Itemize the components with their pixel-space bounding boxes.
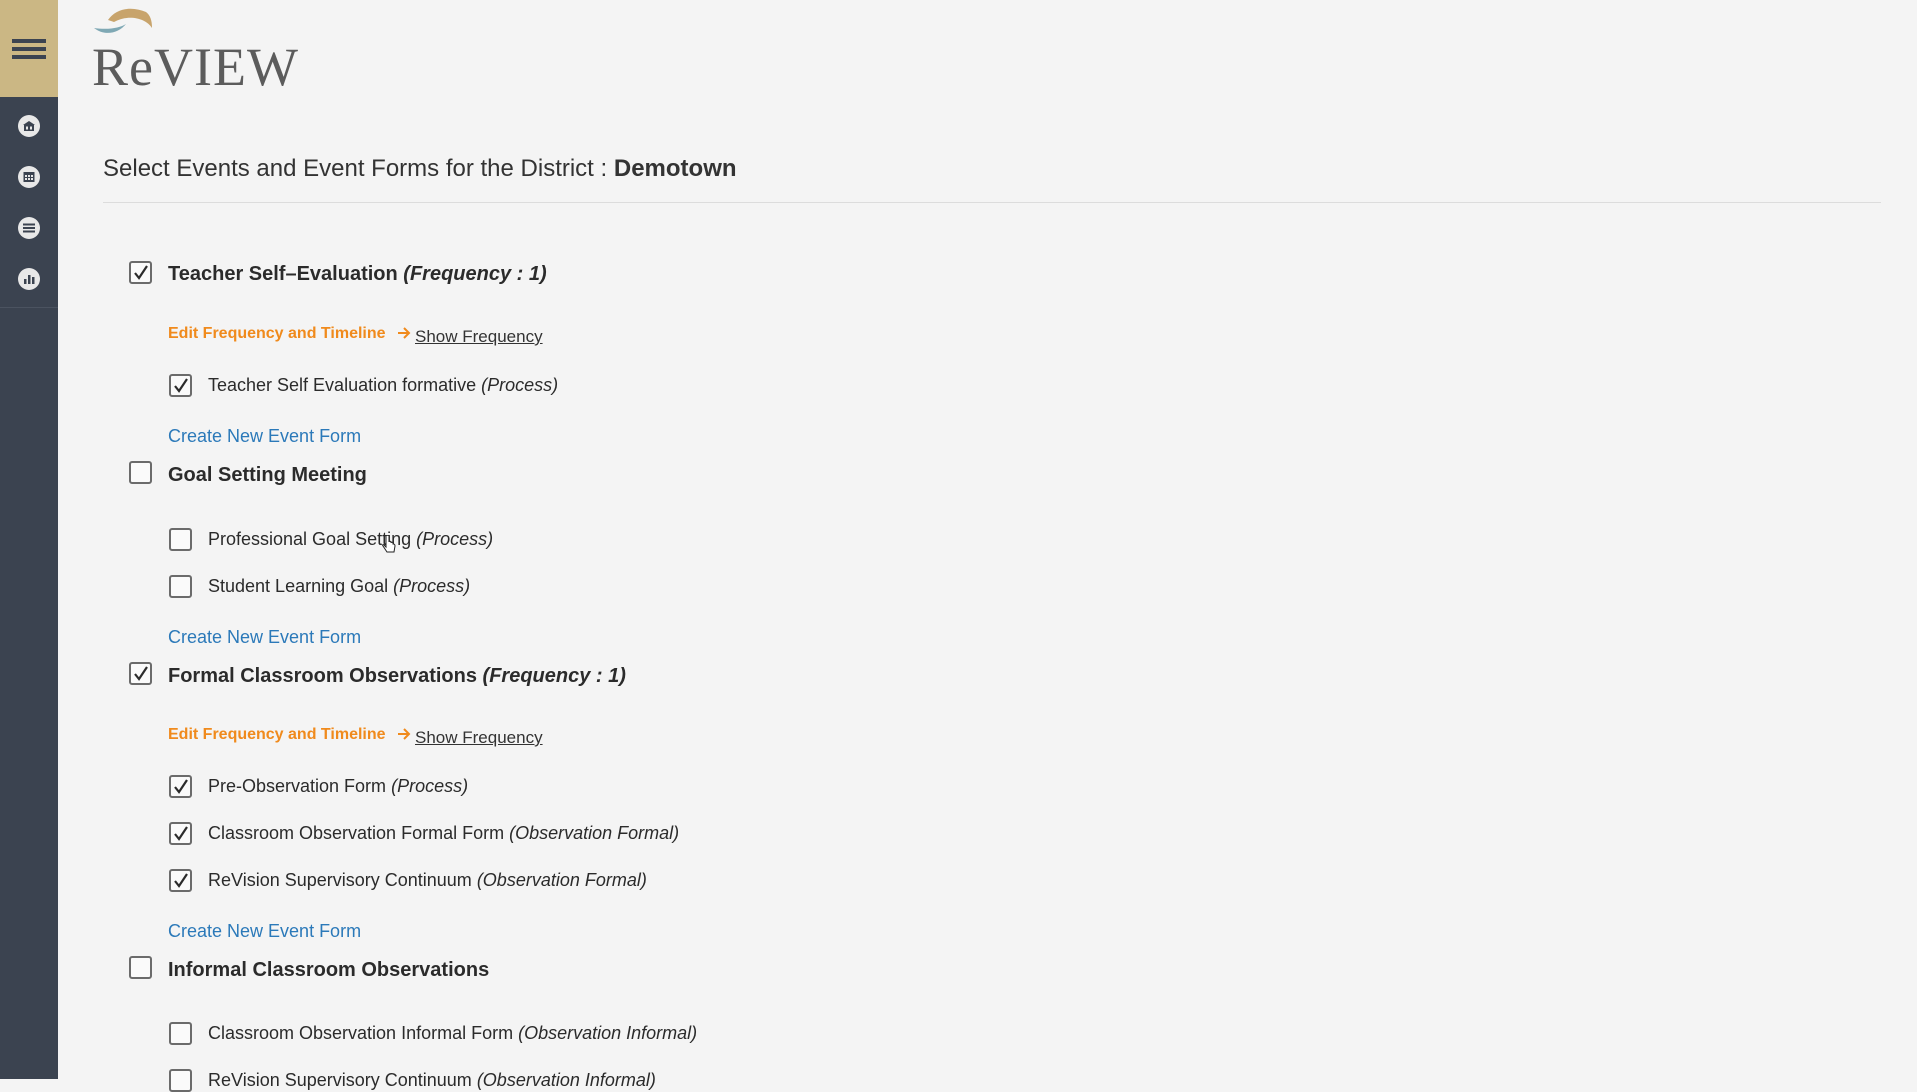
form-checkbox-teacher-self-evaluation-formative[interactable] [169,374,192,397]
pointer-cursor-icon [382,535,396,553]
event-title-formal-classroom-observations: Formal Classroom Observations (Frequency… [168,665,626,688]
form-label: ReVision Supervisory Continuum (Observat… [208,1070,656,1091]
form-type: (Observation Formal) [509,823,680,843]
event-checkbox-teacher-self-evaluation[interactable] [129,261,152,284]
event-frequency: (Frequency : 1) [403,263,547,285]
form-label: Classroom Observation Formal Form (Obser… [208,823,679,844]
checkmark-icon [133,665,148,681]
form-type: (Process) [391,776,469,796]
create-event-form-link[interactable]: Create New Event Form [168,627,361,648]
create-event-form-link[interactable]: Create New Event Form [168,921,361,942]
event-name: Informal Classroom Observations [168,959,490,981]
form-name: Teacher Self Evaluation formative [208,375,477,395]
show-frequency-link[interactable]: Show Frequency [415,728,543,748]
form-label: Professional Goal Setting (Process) [208,529,493,550]
form-name: ReVision Supervisory Continuum [208,1070,472,1090]
form-type: (Observation Informal) [476,1070,656,1090]
form-type: (Observation Formal) [476,870,647,890]
edit-frequency-link[interactable]: Edit Frequency and Timeline [168,726,386,744]
show-frequency-link[interactable]: Show Frequency [415,327,543,347]
checkmark-icon [133,264,148,280]
checkmark-icon [173,778,188,794]
form-type: (Observation Informal) [518,1023,698,1043]
form-name: Pre-Observation Form [208,776,387,796]
event-checkbox-goal-setting-meeting[interactable] [129,461,152,484]
event-title-teacher-self-evaluation: Teacher Self–Evaluation (Frequency : 1) [168,263,547,286]
form-checkbox-revision-supervisory-continuum-informal[interactable] [169,1069,192,1092]
edit-frequency-link[interactable]: Edit Frequency and Timeline [168,325,386,343]
form-name: ReVision Supervisory Continuum [208,870,472,890]
form-checkbox-revision-supervisory-continuum-formal[interactable] [169,869,192,892]
form-name: Classroom Observation Formal Form [208,823,505,843]
form-checkbox-pre-observation-form[interactable] [169,775,192,798]
form-label: Classroom Observation Informal Form (Obs… [208,1023,697,1044]
arrow-right-icon [398,728,411,740]
event-name: Teacher Self–Evaluation [168,263,398,285]
form-checkbox-classroom-observation-informal-form[interactable] [169,1022,192,1045]
event-title-informal-classroom-observations: Informal Classroom Observations [168,959,489,982]
form-checkbox-classroom-observation-formal-form[interactable] [169,822,192,845]
checkmark-icon [173,872,188,888]
form-type: (Process) [416,529,494,549]
checkmark-icon [173,825,188,841]
event-checkbox-formal-classroom-observations[interactable] [129,662,152,685]
event-name: Goal Setting Meeting [168,464,367,486]
checkmark-icon [173,377,188,393]
form-label: Pre-Observation Form (Process) [208,776,468,797]
form-label: Teacher Self Evaluation formative (Proce… [208,375,558,396]
create-event-form-link[interactable]: Create New Event Form [168,426,361,447]
event-frequency: (Frequency : 1) [482,665,626,687]
event-title-goal-setting-meeting: Goal Setting Meeting [168,464,367,487]
form-label: Student Learning Goal (Process) [208,576,470,597]
form-name: Student Learning Goal [208,576,389,596]
form-name: Classroom Observation Informal Form [208,1023,514,1043]
event-name: Formal Classroom Observations [168,665,477,687]
form-label: ReVision Supervisory Continuum (Observat… [208,870,647,891]
form-type: (Process) [393,576,471,596]
form-checkbox-professional-goal-setting[interactable] [169,528,192,551]
events-list: Teacher Self–Evaluation (Frequency : 1) … [0,0,1917,1092]
event-checkbox-informal-classroom-observations[interactable] [129,956,152,979]
form-checkbox-student-learning-goal[interactable] [169,575,192,598]
arrow-right-icon [398,327,411,339]
form-type: (Process) [481,375,559,395]
